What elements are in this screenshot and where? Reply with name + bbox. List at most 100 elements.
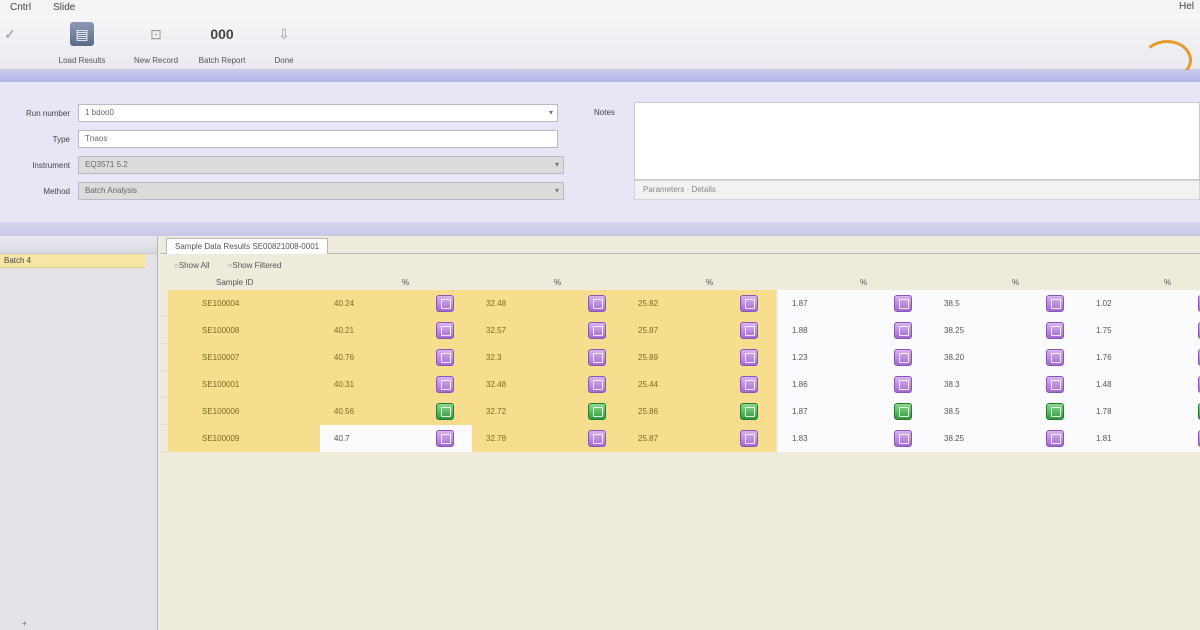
notes-textarea[interactable] — [634, 102, 1200, 180]
value-cell: 25.82 — [624, 290, 736, 317]
status-pending-icon[interactable] — [1046, 430, 1064, 447]
type-field[interactable]: Tnaos — [78, 130, 558, 148]
value-cell: 1.76 — [1082, 344, 1194, 371]
header-band — [0, 70, 1200, 82]
status-cell — [736, 290, 776, 317]
ok-button[interactable]: ✓ — [0, 22, 30, 56]
status-cell — [736, 317, 776, 344]
status-cell — [584, 371, 624, 398]
table-row[interactable]: SE100008 40.21 32.57 25.87 1.88 38.25 1.75 — [160, 317, 1200, 344]
new-record-button[interactable]: ⊡ New Record — [134, 22, 178, 66]
method-value: Batch Analysis — [85, 186, 138, 195]
instrument-field[interactable]: EQ3571 5.2 ▾ — [78, 156, 564, 174]
sample-id-cell: SE100001 — [168, 371, 320, 398]
status-pending-icon[interactable] — [740, 376, 758, 393]
header-block-5[interactable]: % — [1164, 278, 1171, 287]
status-pending-icon[interactable] — [894, 430, 912, 447]
status-pending-icon[interactable] — [894, 349, 912, 366]
header-block-0[interactable]: % — [402, 278, 409, 287]
show-filtered-option[interactable]: Show Filtered — [228, 261, 281, 270]
batch-report-button[interactable]: 000 Batch Report — [199, 22, 246, 65]
status-cell — [736, 371, 776, 398]
status-pending-icon[interactable] — [588, 349, 606, 366]
status-pending-icon[interactable] — [436, 322, 454, 339]
table-row[interactable]: SE100009 40.7 32.78 25.87 1.83 38.25 1.81 — [160, 425, 1200, 452]
done-label: Done — [274, 56, 294, 65]
header-sample-id[interactable]: Sample ID — [216, 278, 253, 287]
text-icon: 000 — [210, 26, 234, 42]
status-pending-icon[interactable] — [588, 295, 606, 312]
status-cell — [1194, 398, 1200, 425]
method-field[interactable]: Batch Analysis ▾ — [78, 182, 564, 200]
status-pending-icon[interactable] — [740, 430, 758, 447]
status-cell — [1194, 290, 1200, 317]
table-row[interactable]: SE100006 40.56 32.72 25.86 1.87 38.5 1.78 — [160, 398, 1200, 425]
status-ok-icon[interactable] — [588, 403, 606, 420]
toolbar: ✓ ▤ Load Results ⊡ New Record 000 Batch … — [0, 14, 1200, 80]
tab-strip: Sample Data Results SE00821008-0001 — [160, 236, 1200, 254]
status-cell — [584, 425, 624, 452]
status-pending-icon[interactable] — [436, 430, 454, 447]
value-cell: 1.86 — [778, 371, 890, 398]
status-cell — [432, 344, 472, 371]
table-row[interactable]: SE100007 40.76 32.3 25.89 1.23 38.20 1.76 — [160, 344, 1200, 371]
left-panel: Batch 4 + — [0, 236, 158, 630]
instrument-label: Instrument — [32, 161, 70, 170]
show-all-option[interactable]: Show All — [174, 261, 210, 270]
status-pending-icon[interactable] — [894, 322, 912, 339]
value-cell: 32.78 — [472, 425, 584, 452]
status-pending-icon[interactable] — [1046, 376, 1064, 393]
status-cell — [1194, 344, 1200, 371]
load-results-button[interactable]: ▤ Load Results — [59, 22, 105, 65]
value-cell: 1.81 — [1082, 425, 1194, 452]
header-block-1[interactable]: % — [554, 278, 561, 287]
status-pending-icon[interactable] — [588, 376, 606, 393]
header-block-4[interactable]: % — [1012, 278, 1019, 287]
status-pending-icon[interactable] — [894, 376, 912, 393]
run-number-field[interactable]: 1 bdoo0 ▾ — [78, 104, 558, 122]
status-cell — [584, 398, 624, 425]
status-pending-icon[interactable] — [1046, 322, 1064, 339]
status-pending-icon[interactable] — [436, 349, 454, 366]
tab-sample-data-results[interactable]: Sample Data Results SE00821008-0001 — [166, 238, 329, 254]
status-ok-icon[interactable] — [740, 403, 758, 420]
value-cell: 32.72 — [472, 398, 584, 425]
panel-splitter[interactable] — [0, 222, 1200, 236]
header-block-3[interactable]: % — [860, 278, 867, 287]
status-ok-icon[interactable] — [1046, 403, 1064, 420]
chevron-down-icon[interactable]: ▾ — [549, 108, 555, 118]
status-cell — [584, 344, 624, 371]
value-cell: 40.56 — [320, 398, 432, 425]
value-cell: 25.87 — [624, 317, 736, 344]
table-row[interactable]: SE100004 40.24 32.48 25.82 1.87 38.5 1.02 — [160, 290, 1200, 317]
run-number-label: Run number — [25, 109, 70, 118]
left-panel-item[interactable]: Batch 4 — [0, 254, 145, 268]
menu-item-help[interactable]: Hel — [1179, 1, 1194, 12]
status-pending-icon[interactable] — [436, 295, 454, 312]
status-cell — [432, 317, 472, 344]
status-ok-icon[interactable] — [894, 403, 912, 420]
status-pending-icon[interactable] — [740, 322, 758, 339]
status-ok-icon[interactable] — [436, 403, 454, 420]
menu-item-control[interactable]: Cntrl — [10, 2, 31, 13]
chevron-down-icon[interactable]: ▾ — [555, 160, 561, 170]
chevron-down-icon[interactable]: ▾ — [555, 186, 561, 196]
menu-item-slide[interactable]: Slide — [53, 2, 75, 13]
status-pending-icon[interactable] — [740, 295, 758, 312]
method-label: Method — [43, 187, 70, 196]
header-block-2[interactable]: % — [706, 278, 713, 287]
status-cell — [1042, 398, 1082, 425]
status-pending-icon[interactable] — [894, 295, 912, 312]
status-pending-icon[interactable] — [588, 322, 606, 339]
done-button[interactable]: ⇩ Done — [264, 22, 304, 66]
status-cell — [890, 371, 930, 398]
status-pending-icon[interactable] — [1046, 295, 1064, 312]
table-row[interactable]: SE100001 40.31 32.48 25.44 1.86 38.3 1.48 — [160, 371, 1200, 398]
status-pending-icon[interactable] — [1046, 349, 1064, 366]
status-cell — [1042, 371, 1082, 398]
status-pending-icon[interactable] — [436, 376, 454, 393]
status-pending-icon[interactable] — [588, 430, 606, 447]
value-cell: 1.78 — [1082, 398, 1194, 425]
expand-icon[interactable]: + — [22, 619, 27, 628]
status-pending-icon[interactable] — [740, 349, 758, 366]
